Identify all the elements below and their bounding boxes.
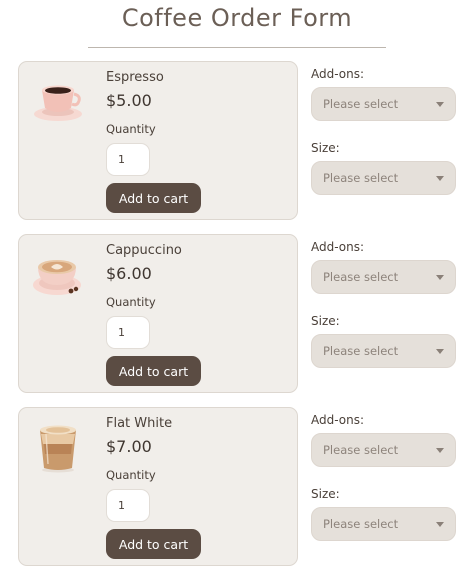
chevron-down-icon: [436, 448, 444, 453]
product-name: Cappuccino: [106, 243, 182, 258]
add-to-cart-button[interactable]: Add to cart: [106, 183, 201, 213]
select-value: Please select: [323, 443, 399, 457]
select-value: Please select: [323, 344, 399, 358]
title-divider: [88, 47, 386, 48]
product-card-cappuccino: Cappuccino $6.00 Quantity Add to cart: [18, 234, 298, 393]
chevron-down-icon: [436, 349, 444, 354]
chevron-down-icon: [436, 102, 444, 107]
chevron-down-icon: [436, 275, 444, 280]
quantity-label: Quantity: [106, 122, 156, 136]
product-price: $7.00: [106, 437, 152, 456]
add-to-cart-button[interactable]: Add to cart: [106, 529, 201, 559]
size-label: Size:: [311, 487, 340, 501]
page-title: Coffee Order Form: [121, 4, 353, 32]
select-value: Please select: [323, 270, 399, 284]
size-select[interactable]: Please select: [311, 161, 456, 195]
product-card-flat-white: Flat White $7.00 Quantity Add to cart: [18, 407, 298, 566]
addons-select[interactable]: Please select: [311, 433, 456, 467]
product-name: Flat White: [106, 416, 173, 431]
quantity-label: Quantity: [106, 295, 156, 309]
quantity-input[interactable]: [106, 316, 150, 349]
product-price: $5.00: [106, 91, 152, 110]
select-value: Please select: [323, 517, 399, 531]
size-label: Size:: [311, 141, 340, 155]
quantity-label: Quantity: [106, 468, 156, 482]
select-value: Please select: [323, 171, 399, 185]
product-price: $6.00: [106, 264, 152, 283]
espresso-cup-icon: [34, 85, 82, 121]
size-select[interactable]: Please select: [311, 334, 456, 368]
flat-white-glass-icon: [40, 425, 76, 473]
select-value: Please select: [323, 97, 399, 111]
chevron-down-icon: [436, 176, 444, 181]
addons-select[interactable]: Please select: [311, 87, 456, 121]
addons-label: Add-ons:: [311, 413, 365, 427]
size-label: Size:: [311, 314, 340, 328]
addons-label: Add-ons:: [311, 67, 365, 81]
size-select[interactable]: Please select: [311, 507, 456, 541]
add-to-cart-button[interactable]: Add to cart: [106, 356, 201, 386]
product-card-espresso: Espresso $5.00 Quantity Add to cart: [18, 61, 298, 220]
addons-select[interactable]: Please select: [311, 260, 456, 294]
quantity-input[interactable]: [106, 143, 150, 176]
quantity-input[interactable]: [106, 489, 150, 522]
product-name: Espresso: [106, 70, 164, 85]
cappuccino-cup-icon: [33, 260, 81, 295]
addons-label: Add-ons:: [311, 240, 365, 254]
chevron-down-icon: [436, 522, 444, 527]
